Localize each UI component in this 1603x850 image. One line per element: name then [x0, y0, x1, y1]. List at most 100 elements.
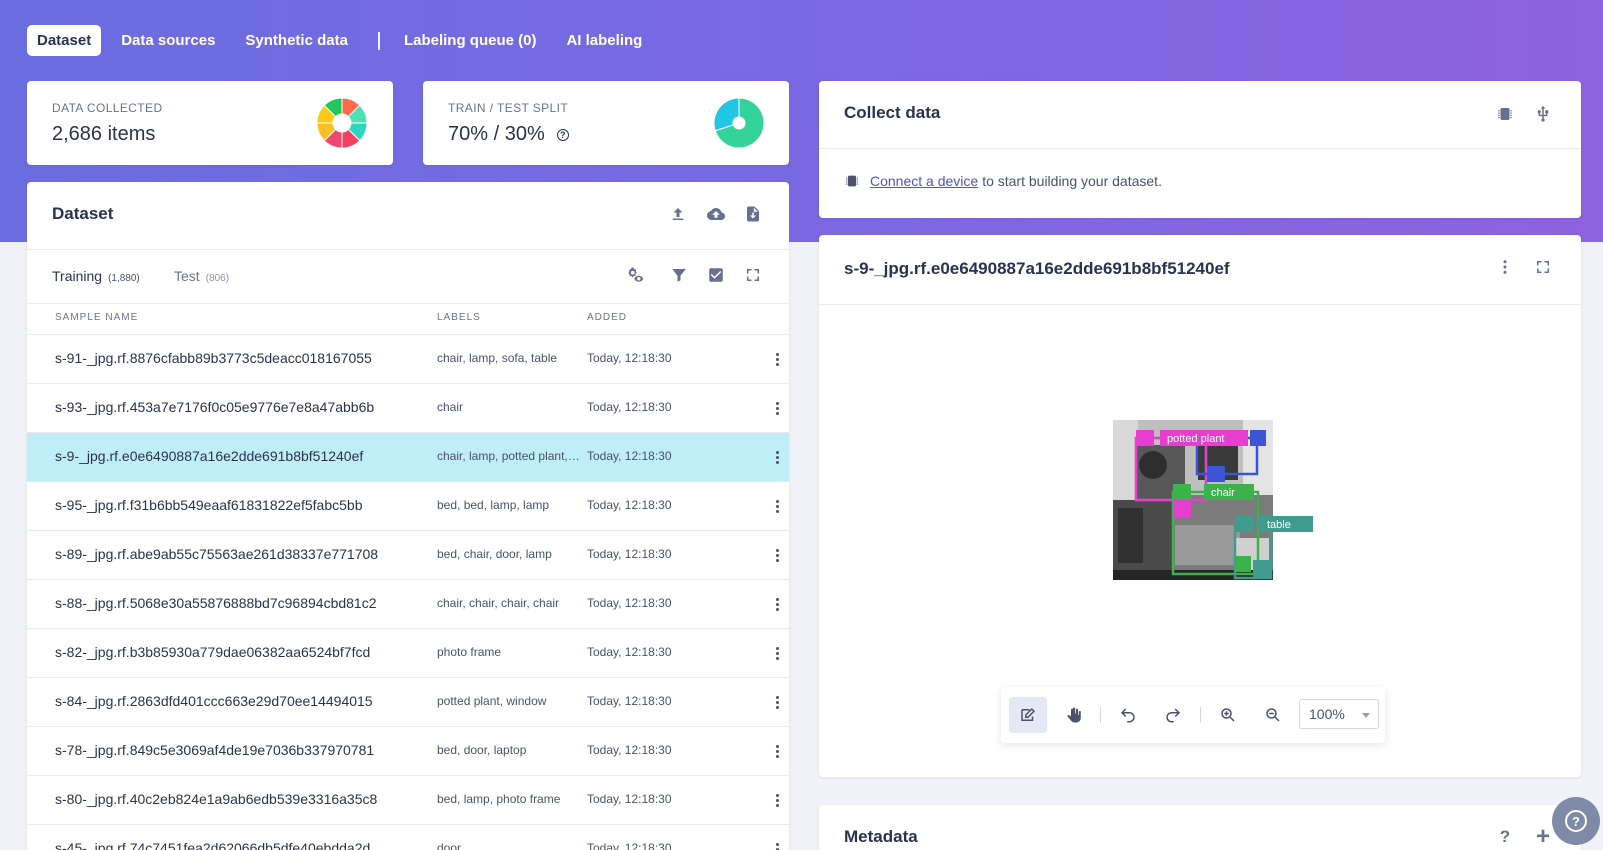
table-row[interactable]: s-93-_jpg.rf.453a7e7176f0c05e9776e7e8a47… [27, 383, 789, 432]
table-label: table [1267, 519, 1291, 531]
dataset-card: Dataset Training (1,880) Test (806) SAMP… [27, 182, 789, 850]
row-menu-icon[interactable] [771, 790, 783, 810]
row-menu-icon[interactable] [771, 839, 783, 850]
table-row[interactable]: s-80-_jpg.rf.40c2eb824e1a9ab6edb539e3316… [27, 775, 789, 824]
collect-data-message: Connect a device to start building your … [844, 173, 1162, 189]
metadata-title: Metadata [844, 827, 918, 846]
collect-data-title: Collect data [844, 103, 941, 122]
sample-added: Today, 12:18:30 [587, 645, 672, 659]
column-sample-name[interactable]: SAMPLE NAME [55, 312, 138, 323]
sample-name: s-78-_jpg.rf.849c5e3069af4de19e7036b3379… [55, 742, 375, 758]
help-icon[interactable]: ? [556, 128, 569, 141]
tab-ai-labeling[interactable]: AI labeling [556, 25, 652, 56]
sample-labels: bed, bed, lamp, lamp [437, 498, 550, 512]
table-row[interactable]: s-88-_jpg.rf.5068e30a55876888bd7c96894cb… [27, 579, 789, 628]
column-added[interactable]: ADDED [587, 312, 627, 323]
tab-synthetic-data[interactable]: Synthetic data [235, 25, 358, 56]
row-menu-icon[interactable] [771, 643, 783, 663]
sample-added: Today, 12:18:30 [587, 596, 672, 610]
expand-icon[interactable] [742, 264, 764, 286]
sample-name: s-45-_jpg.rf.74c7451fea2d62066db5dfe40eb… [55, 840, 371, 850]
row-menu-icon[interactable] [771, 496, 783, 516]
nav-divider [377, 31, 380, 50]
potted-plant-label: potted plant [1167, 433, 1225, 445]
sample-added: Today, 12:18:30 [587, 792, 672, 806]
table-row[interactable]: s-91-_jpg.rf.8876cfabb89b3773c5deacc0181… [27, 334, 789, 383]
table-row[interactable]: s-9-_jpg.rf.e0e6490887a16e2dde691b8bf512… [27, 432, 789, 481]
sample-labels: photo frame [437, 645, 502, 659]
device-chip-icon [844, 173, 860, 189]
collect-data-text: to start building your dataset. [982, 173, 1162, 189]
add-metadata-icon[interactable]: + [1532, 825, 1554, 849]
sample-labels: chair, chair, chair, chair [437, 596, 560, 610]
sample-image[interactable]: potted plant chair table [1113, 420, 1313, 580]
sample-labels: bed, chair, door, lamp [437, 547, 552, 561]
row-menu-icon[interactable] [771, 545, 783, 565]
train-test-split-chart [713, 97, 765, 149]
draw-box-tool[interactable] [1009, 697, 1047, 733]
tab-dataset[interactable]: Dataset [27, 25, 102, 56]
train-test-split-card: TRAIN / TEST SPLIT 70% / 30% ? [423, 81, 789, 165]
table-row[interactable]: s-84-_jpg.rf.2863dfd401ccc663e29d70ee144… [27, 677, 789, 726]
row-menu-icon[interactable] [771, 594, 783, 614]
usb-icon[interactable] [1532, 103, 1554, 125]
connect-device-link[interactable]: Connect a device [870, 173, 978, 189]
toolbar-divider [1200, 707, 1201, 723]
zoom-out-icon[interactable] [1254, 697, 1292, 733]
help-chat-button[interactable]: ? [1552, 797, 1600, 845]
zoom-in-icon[interactable] [1209, 697, 1247, 733]
divider [819, 148, 1581, 149]
table-row[interactable]: s-82-_jpg.rf.b3b85930a779dae06382aa6524b… [27, 628, 789, 677]
tab-labeling-queue[interactable]: Labeling queue (0) [394, 25, 547, 56]
sample-labels: bed, lamp, photo frame [437, 792, 561, 806]
question-icon: ? [1565, 810, 1587, 832]
metadata-help-icon[interactable]: ? [1494, 826, 1516, 848]
sample-labels: potted plant, window [437, 694, 547, 708]
divider [27, 303, 789, 304]
table-row[interactable]: s-78-_jpg.rf.849c5e3069af4de19e7036b3379… [27, 726, 789, 775]
data-collected-count: 2,686 items [52, 123, 156, 145]
test-tab-label: Test [174, 268, 200, 284]
row-menu-icon[interactable] [771, 447, 783, 467]
cloud-upload-icon[interactable] [705, 203, 727, 225]
sample-labels: chair, lamp, potted plant, table [437, 449, 580, 463]
row-menu-icon[interactable] [771, 741, 783, 761]
sample-labels: chair, lamp, sofa, table [437, 351, 558, 365]
training-count: (1,880) [108, 273, 140, 284]
more-options-icon[interactable] [1494, 256, 1516, 278]
select-checkbox-icon[interactable] [705, 264, 727, 286]
pan-hand-tool[interactable] [1055, 697, 1093, 733]
export-file-icon[interactable] [742, 203, 764, 225]
sample-name: s-95-_jpg.rf.f31b6bb549eaaf61831822ef5fa… [55, 497, 363, 513]
split-ratio: 70% / 30% [448, 123, 545, 145]
sample-added: Today, 12:18:30 [587, 547, 672, 561]
row-menu-icon[interactable] [771, 398, 783, 418]
table-row[interactable]: s-89-_jpg.rf.abe9ab55c75563ae261d38337e7… [27, 530, 789, 579]
tab-test[interactable]: Test (806) [174, 268, 229, 284]
redo-icon[interactable] [1154, 697, 1192, 733]
data-collected-value: 2,686 items [52, 123, 155, 146]
sample-added: Today, 12:18:30 [587, 743, 672, 757]
zoom-level-select[interactable]: 100% [1299, 699, 1379, 729]
tab-data-sources[interactable]: Data sources [111, 25, 225, 56]
sample-added: Today, 12:18:30 [587, 449, 672, 463]
table-row[interactable]: s-45-_jpg.rf.74c7451fea2d62066db5dfe40eb… [27, 824, 789, 850]
tab-training[interactable]: Training (1,880) [52, 268, 140, 284]
upload-icon[interactable] [667, 203, 689, 225]
chip-icon[interactable] [1494, 103, 1516, 125]
row-menu-icon[interactable] [771, 692, 783, 712]
table-row[interactable]: s-95-_jpg.rf.f31b6bb549eaaf61831822ef5fa… [27, 481, 789, 530]
divider [819, 304, 1581, 305]
data-collected-label: DATA COLLECTED [52, 101, 163, 115]
row-menu-icon[interactable] [771, 349, 783, 369]
sample-labels: door [437, 841, 462, 850]
undo-icon[interactable] [1109, 697, 1147, 733]
filter-icon[interactable] [668, 264, 690, 286]
settings-eye-icon[interactable] [624, 264, 646, 286]
fullscreen-icon[interactable] [1532, 256, 1554, 278]
sample-name: s-89-_jpg.rf.abe9ab55c75563ae261d38337e7… [55, 546, 379, 562]
column-labels[interactable]: LABELS [437, 312, 481, 323]
sample-name: s-82-_jpg.rf.b3b85930a779dae06382aa6524b… [55, 644, 371, 660]
test-count: (806) [205, 273, 230, 284]
collect-data-card: Collect data Connect a device to start b… [819, 81, 1581, 218]
